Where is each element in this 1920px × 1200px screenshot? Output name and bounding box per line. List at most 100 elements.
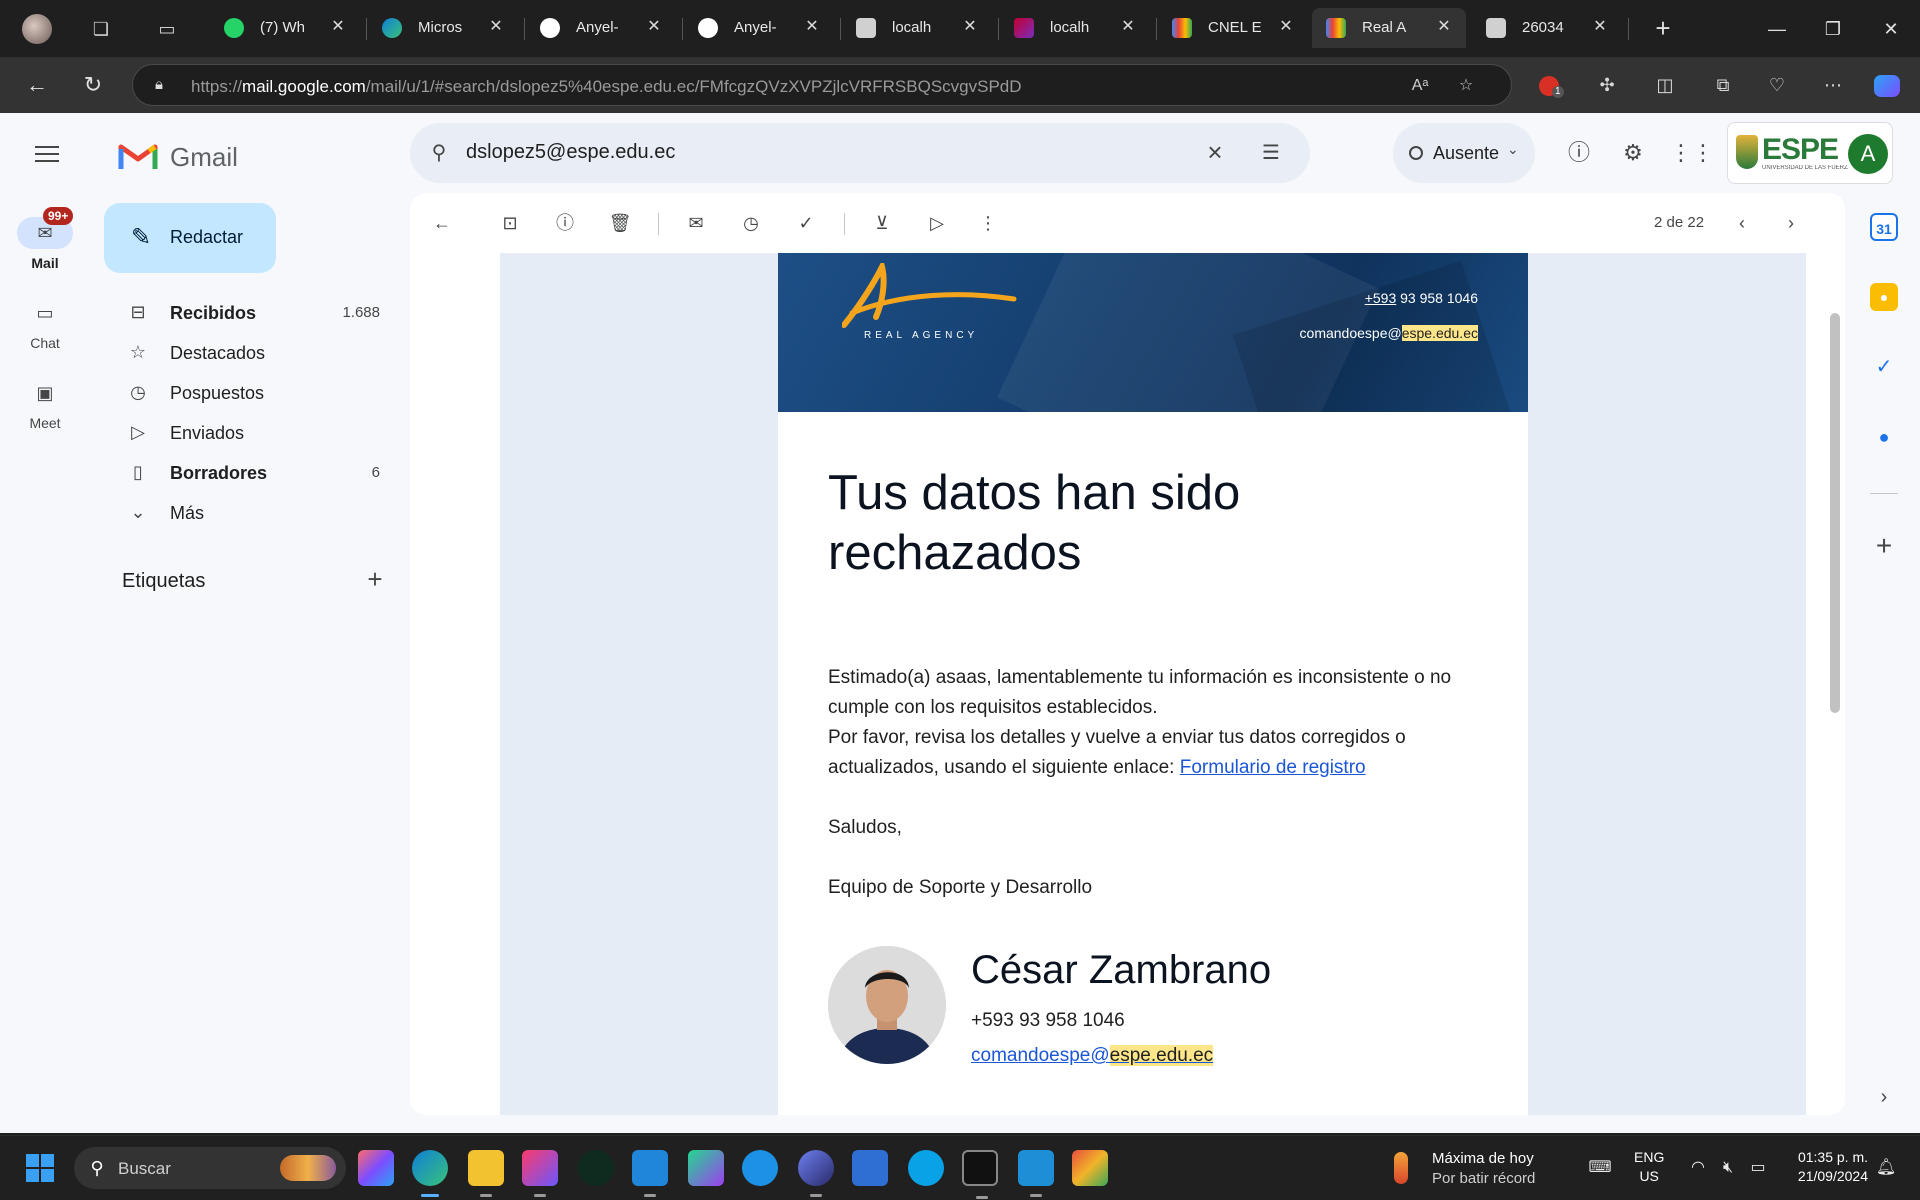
- snooze-icon[interactable]: ◷: [737, 209, 765, 237]
- add-task-icon[interactable]: ✓: [792, 209, 820, 237]
- close-tab-icon[interactable]: ✕: [328, 17, 348, 37]
- clear-search-icon[interactable]: ×: [1200, 138, 1230, 168]
- restore-icon[interactable]: ❐: [1818, 14, 1848, 44]
- notepad-icon[interactable]: [1018, 1150, 1054, 1197]
- browser-tab[interactable]: Anyel- ✕: [526, 8, 676, 48]
- reload-icon[interactable]: ↻: [78, 70, 108, 100]
- rail-chat[interactable]: ▭ Chat: [0, 297, 90, 351]
- browser-tab[interactable]: localh ✕: [842, 8, 992, 48]
- search-options-icon[interactable]: ☰: [1256, 138, 1286, 168]
- sidebar-item-sent[interactable]: ▷ Enviados: [104, 414, 404, 450]
- favorite-star-icon[interactable]: ☆: [1455, 75, 1477, 97]
- language-indicator[interactable]: ENG US: [1634, 1148, 1664, 1186]
- banner-email[interactable]: comandoespe@espe.edu.ec: [1300, 325, 1478, 341]
- close-window-icon[interactable]: ✕: [1876, 14, 1906, 44]
- datagrip-icon[interactable]: [688, 1150, 724, 1186]
- help-icon[interactable]: ⓘ: [1562, 136, 1596, 170]
- skype-icon[interactable]: [908, 1150, 944, 1186]
- banner-phone[interactable]: +593 93 958 1046: [1365, 290, 1478, 306]
- newer-chevron-icon[interactable]: ‹: [1728, 209, 1756, 237]
- tab-actions-icon[interactable]: ▭: [152, 14, 182, 44]
- delete-icon[interactable]: 🗑︎: [606, 209, 634, 237]
- rail-meet[interactable]: ▣ Meet: [0, 377, 90, 431]
- security-shield-icon[interactable]: [852, 1150, 888, 1186]
- intellij-icon[interactable]: [522, 1150, 558, 1197]
- close-tab-icon[interactable]: ✕: [1276, 17, 1296, 37]
- move-to-icon[interactable]: ⊻: [868, 209, 896, 237]
- minimize-icon[interactable]: —: [1762, 14, 1792, 44]
- vscode-icon[interactable]: [632, 1150, 668, 1197]
- close-tab-icon[interactable]: ✕: [1590, 17, 1610, 37]
- split-screen-icon[interactable]: ◫: [1650, 70, 1680, 100]
- sidebar-item-more[interactable]: ⌄ Más: [104, 494, 404, 530]
- mongodb-compass-icon[interactable]: [578, 1150, 614, 1186]
- label-icon[interactable]: ▷: [923, 209, 951, 237]
- search-bar[interactable]: ⚲ dslopez5@espe.edu.ec × ☰: [410, 123, 1310, 183]
- registration-form-link[interactable]: Formulario de registro: [1180, 757, 1366, 778]
- mark-unread-icon[interactable]: ✉: [682, 209, 710, 237]
- calendar-icon[interactable]: 31: [1870, 213, 1898, 241]
- file-explorer-icon[interactable]: [468, 1150, 504, 1197]
- close-tab-icon[interactable]: ✕: [644, 17, 664, 37]
- archive-icon[interactable]: ⊡: [496, 209, 524, 237]
- more-actions-icon[interactable]: ⋮: [974, 209, 1002, 237]
- sidebar-item-drafts[interactable]: ▯ Borradores 6: [104, 454, 404, 490]
- apps-grid-icon[interactable]: ⋮⋮: [1670, 136, 1714, 170]
- close-tab-icon[interactable]: ✕: [1118, 17, 1138, 37]
- taskbar-search[interactable]: ⚲ Buscar: [74, 1147, 346, 1189]
- settings-gear-icon[interactable]: ⚙: [1616, 136, 1650, 170]
- back-arrow-icon[interactable]: ←: [428, 209, 456, 237]
- report-spam-icon[interactable]: ⓘ: [551, 209, 579, 237]
- read-aloud-icon[interactable]: Aᵃ: [1409, 75, 1431, 97]
- get-addons-icon[interactable]: +: [1870, 532, 1898, 561]
- scrollbar-thumb[interactable]: [1830, 313, 1840, 713]
- docker-icon[interactable]: [742, 1150, 778, 1186]
- search-icon[interactable]: ⚲: [424, 138, 454, 168]
- back-icon[interactable]: ←: [22, 70, 52, 100]
- workspaces-icon[interactable]: ❏: [86, 14, 116, 44]
- copilot-app-icon[interactable]: [358, 1150, 394, 1186]
- edge-app-icon[interactable]: [412, 1150, 448, 1197]
- system-clock[interactable]: 01:35 p. m. 21/09/2024: [1782, 1148, 1868, 1186]
- rail-mail[interactable]: ✉ 99+ Mail: [0, 207, 90, 271]
- battery-icon[interactable]: ▭: [1746, 1156, 1770, 1180]
- git-app-icon[interactable]: [1072, 1150, 1108, 1186]
- new-tab-icon[interactable]: +: [1648, 14, 1678, 44]
- contacts-icon[interactable]: ●: [1870, 423, 1898, 451]
- sidebar-item-snoozed[interactable]: ◷ Pospuestos: [104, 374, 404, 410]
- windows-start-icon[interactable]: [26, 1154, 54, 1182]
- search-input[interactable]: dslopez5@espe.edu.ec: [466, 141, 675, 164]
- sidebar-item-starred[interactable]: ☆ Destacados: [104, 334, 404, 370]
- terminal-icon[interactable]: [962, 1150, 998, 1199]
- tasks-icon[interactable]: ✓: [1870, 353, 1898, 381]
- profile-avatar[interactable]: [22, 14, 52, 44]
- wifi-icon[interactable]: ◠: [1686, 1156, 1710, 1180]
- browser-tab[interactable]: CNEL E ✕: [1158, 8, 1308, 48]
- extension-alert-icon[interactable]: 1: [1534, 70, 1564, 100]
- close-tab-icon[interactable]: ✕: [1434, 17, 1454, 37]
- older-chevron-icon[interactable]: ›: [1777, 209, 1805, 237]
- expand-panel-icon[interactable]: ›: [1870, 1083, 1898, 1111]
- add-label-icon[interactable]: +: [360, 565, 390, 595]
- status-selector[interactable]: Ausente ⌄: [1393, 123, 1535, 183]
- signature-email-link[interactable]: comandoespe@espe.edu.ec: [971, 1045, 1214, 1067]
- collections-icon[interactable]: ⧉: [1708, 70, 1738, 100]
- eclipse-icon[interactable]: [798, 1150, 834, 1197]
- browser-essentials-icon[interactable]: ♡: [1762, 70, 1792, 100]
- extensions-icon[interactable]: ✣: [1592, 70, 1622, 100]
- volume-muted-icon[interactable]: 🔇︎: [1716, 1156, 1740, 1180]
- close-tab-icon[interactable]: ✕: [802, 17, 822, 37]
- browser-tab[interactable]: localh ✕: [1000, 8, 1150, 48]
- keyboard-icon[interactable]: ⌨: [1588, 1156, 1612, 1180]
- more-options-icon[interactable]: ⋯: [1818, 70, 1848, 100]
- address-bar[interactable]: 🔒︎ https://mail.google.com/mail/u/1/#sea…: [132, 64, 1512, 106]
- copilot-icon[interactable]: [1872, 70, 1902, 100]
- notifications-bell-icon[interactable]: 🔔︎: [1874, 1156, 1898, 1180]
- browser-tab[interactable]: Anyel- ✕: [684, 8, 834, 48]
- keep-icon[interactable]: ●: [1870, 283, 1898, 311]
- sidebar-item-inbox[interactable]: ⊟ Recibidos 1.688: [104, 294, 404, 330]
- compose-button[interactable]: ✎ Redactar: [104, 203, 276, 273]
- browser-tab[interactable]: (7) Wh ✕: [210, 8, 360, 48]
- browser-tab[interactable]: 26034 ✕: [1472, 8, 1622, 48]
- close-tab-icon[interactable]: ✕: [960, 17, 980, 37]
